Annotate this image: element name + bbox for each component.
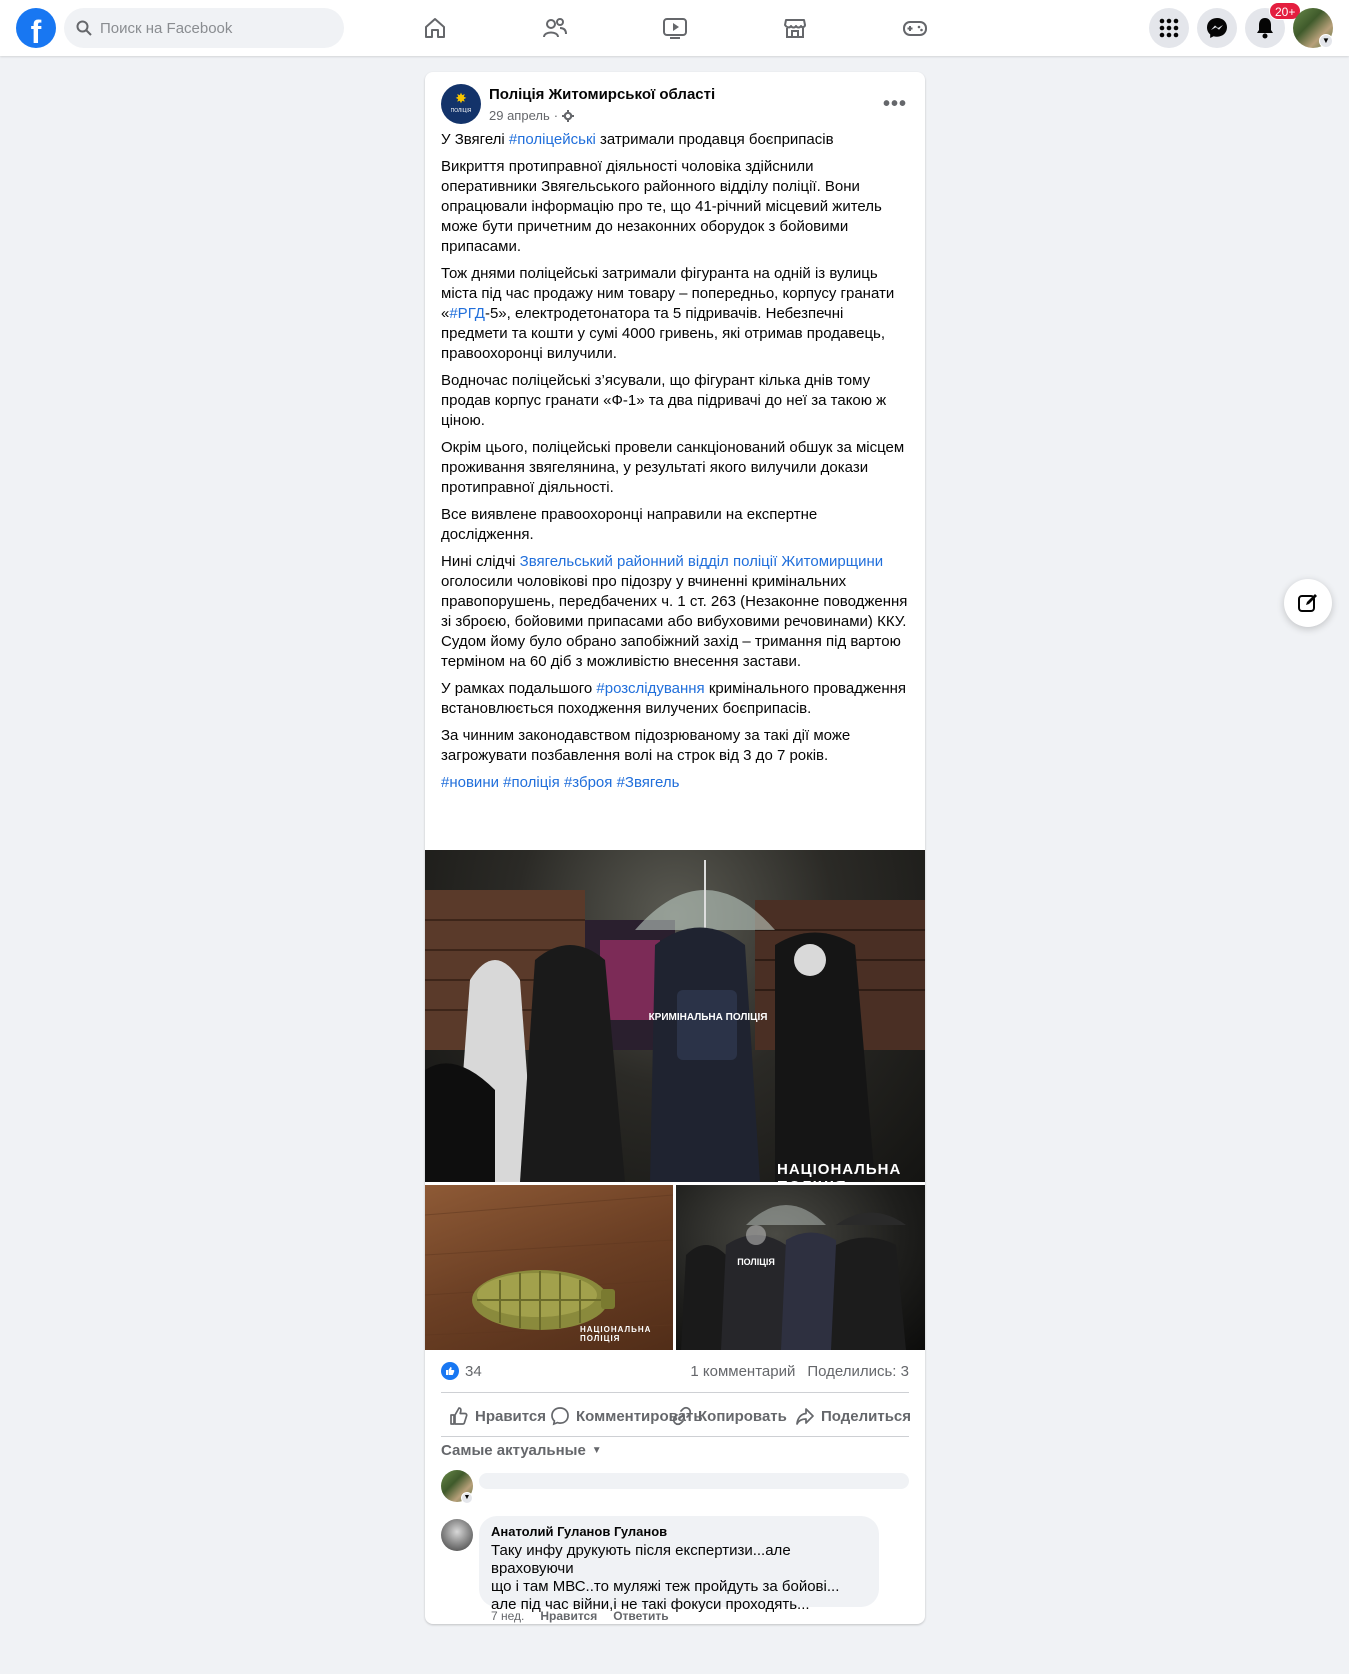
nav-home[interactable] bbox=[379, 4, 491, 52]
hashtag-link[interactable]: #новини bbox=[441, 774, 499, 791]
hashtag-link[interactable]: #Звягель bbox=[617, 774, 680, 791]
post-paragraph: Викриття протиправної діяльності чоловік… bbox=[441, 158, 882, 255]
compose-icon bbox=[1298, 594, 1317, 612]
comment-text-line: Таку инфу друкують після експертизи...ал… bbox=[491, 1542, 791, 1577]
post-paragraph: Нині слідчі Звягельський районний відділ… bbox=[441, 553, 908, 670]
top-navigation-bar: f 20+ ▼ bbox=[0, 0, 1349, 56]
post-photo-grenade[interactable]: НАЦІОНАЛЬНА ПОЛІЦІЯ bbox=[425, 1185, 673, 1350]
marketplace-icon bbox=[784, 19, 806, 38]
like-reaction-icon[interactable] bbox=[441, 1362, 459, 1380]
friends-icon bbox=[543, 18, 567, 38]
comment-sort-dropdown[interactable]: Самые актуальные ▼ bbox=[441, 1442, 602, 1459]
home-icon bbox=[425, 18, 445, 38]
messenger-icon bbox=[1207, 18, 1227, 38]
search-input[interactable] bbox=[100, 8, 330, 48]
page-mention-link[interactable]: Звягельський районний відділ поліції Жит… bbox=[520, 553, 883, 570]
post-paragraph: Окрім цього, поліцейські провели санкціо… bbox=[441, 439, 905, 496]
share-arrow-icon bbox=[796, 1408, 814, 1425]
nav-gaming[interactable] bbox=[859, 4, 971, 52]
caret-down-icon: ▼ bbox=[591, 1445, 602, 1456]
hashtag-link[interactable]: #зброя bbox=[564, 774, 612, 791]
hashtag-link[interactable]: #розслідування bbox=[596, 680, 704, 697]
comment-time[interactable]: 7 нед. bbox=[491, 1609, 524, 1623]
more-dots-icon: ••• bbox=[882, 92, 907, 115]
hashtag-link[interactable]: #РГД bbox=[449, 305, 485, 322]
copy-button[interactable]: Копировать bbox=[672, 1398, 787, 1434]
gaming-icon bbox=[903, 21, 927, 36]
facebook-logo[interactable]: f bbox=[16, 8, 56, 48]
search-box[interactable] bbox=[64, 8, 344, 48]
photo-watermark: НАЦІОНАЛЬНА ПОЛІЦІЯ bbox=[777, 1161, 902, 1182]
share-button[interactable]: Поделиться bbox=[795, 1398, 911, 1434]
post-date[interactable]: 29 апрель bbox=[489, 108, 550, 123]
hashtag-link[interactable]: #поліція bbox=[503, 774, 560, 791]
watch-icon bbox=[663, 18, 687, 39]
post-paragraph: Тож днями поліцейські затримали фігурант… bbox=[441, 265, 895, 362]
chevron-down-icon[interactable]: ▼ bbox=[1319, 34, 1333, 48]
menu-grid-icon bbox=[1159, 18, 1179, 38]
bell-icon bbox=[1257, 18, 1273, 39]
post-options-button[interactable]: ••• bbox=[877, 86, 913, 122]
comment-reply-link[interactable]: Ответить bbox=[613, 1609, 668, 1623]
comment-footer: 7 нед. Нравится Ответить bbox=[491, 1609, 669, 1623]
link-icon bbox=[672, 1406, 692, 1426]
post-card: ✸ ПОЛІЦІЯ Поліція Житомирської області 2… bbox=[425, 72, 925, 1624]
post-stats: 1 комментарий Поделились: 3 bbox=[690, 1363, 909, 1380]
post-paragraph: Все виявлене правоохоронці направили на … bbox=[441, 506, 818, 543]
comment-bubble: Анатолий Гуланов Гуланов Таку инфу друку… bbox=[479, 1516, 879, 1613]
comment-bubble-icon bbox=[551, 1407, 569, 1426]
jacket-label: ПОЛІЦІЯ bbox=[737, 1257, 775, 1267]
share-count[interactable]: Поделились: 3 bbox=[807, 1363, 909, 1380]
comment-text-line: що і там МВС..то муляжі теж пройдуть за … bbox=[491, 1578, 840, 1595]
post-paragraph: За чинним законодавством підозрюваному з… bbox=[441, 727, 851, 764]
comment-input[interactable] bbox=[479, 1473, 909, 1489]
post-meta: 29 апрель · bbox=[489, 108, 575, 123]
new-message-button[interactable] bbox=[1284, 579, 1332, 627]
nav-watch[interactable] bbox=[619, 4, 731, 52]
nav-friends[interactable] bbox=[499, 4, 611, 52]
post-paragraph: Водночас поліцейські з’ясували, що фігур… bbox=[441, 372, 887, 429]
hashtag-link[interactable]: #поліцейські bbox=[509, 131, 596, 148]
post-paragraph: У рамках подальшого #розслідування кримі… bbox=[441, 680, 907, 717]
menu-button[interactable] bbox=[1149, 8, 1189, 48]
nav-marketplace[interactable] bbox=[739, 4, 851, 52]
search-icon bbox=[76, 20, 92, 36]
chevron-down-icon[interactable]: ▼ bbox=[461, 1492, 473, 1504]
post-photo-group[interactable]: ПОЛІЦІЯ bbox=[676, 1185, 925, 1350]
vest-label: КРИМІНАЛЬНА ПОЛІЦІЯ bbox=[649, 1012, 768, 1023]
like-count[interactable]: 34 bbox=[465, 1363, 482, 1380]
messenger-button[interactable] bbox=[1197, 8, 1237, 48]
like-button[interactable]: Нравится bbox=[449, 1398, 546, 1434]
post-tags: #новини #поліція #зброя #Звягель bbox=[441, 773, 909, 793]
divider bbox=[441, 1392, 909, 1393]
photo-watermark: НАЦІОНАЛЬНА ПОЛІЦІЯ bbox=[580, 1325, 652, 1343]
photo-police-group: ПОЛІЦІЯ bbox=[681, 1205, 906, 1350]
page-name[interactable]: Поліція Житомирської області bbox=[489, 86, 715, 103]
page-avatar[interactable]: ✸ ПОЛІЦІЯ bbox=[441, 84, 481, 124]
post-photo-main[interactable]: КРИМІНАЛЬНА ПОЛІЦІЯ НАЦІОНАЛЬНА ПОЛІЦІЯ bbox=[425, 850, 925, 1182]
comment-author[interactable]: Анатолий Гуланов Гуланов bbox=[491, 1524, 867, 1540]
post-paragraph: У Звягелі #поліцейські затримали продавц… bbox=[441, 131, 834, 148]
divider bbox=[441, 1436, 909, 1437]
comment-count[interactable]: 1 комментарий bbox=[690, 1363, 795, 1380]
police-star-icon: ✸ bbox=[455, 90, 467, 106]
gear-icon bbox=[562, 109, 575, 122]
thumbs-up-icon bbox=[450, 1407, 468, 1425]
comment-like-link[interactable]: Нравится bbox=[540, 1609, 597, 1623]
photo-night-scene: КРИМІНАЛЬНА ПОЛІЦІЯ bbox=[425, 860, 925, 1182]
post-text: У Звягелі #поліцейські затримали продавц… bbox=[441, 130, 909, 800]
commenter-avatar[interactable] bbox=[441, 1519, 473, 1551]
